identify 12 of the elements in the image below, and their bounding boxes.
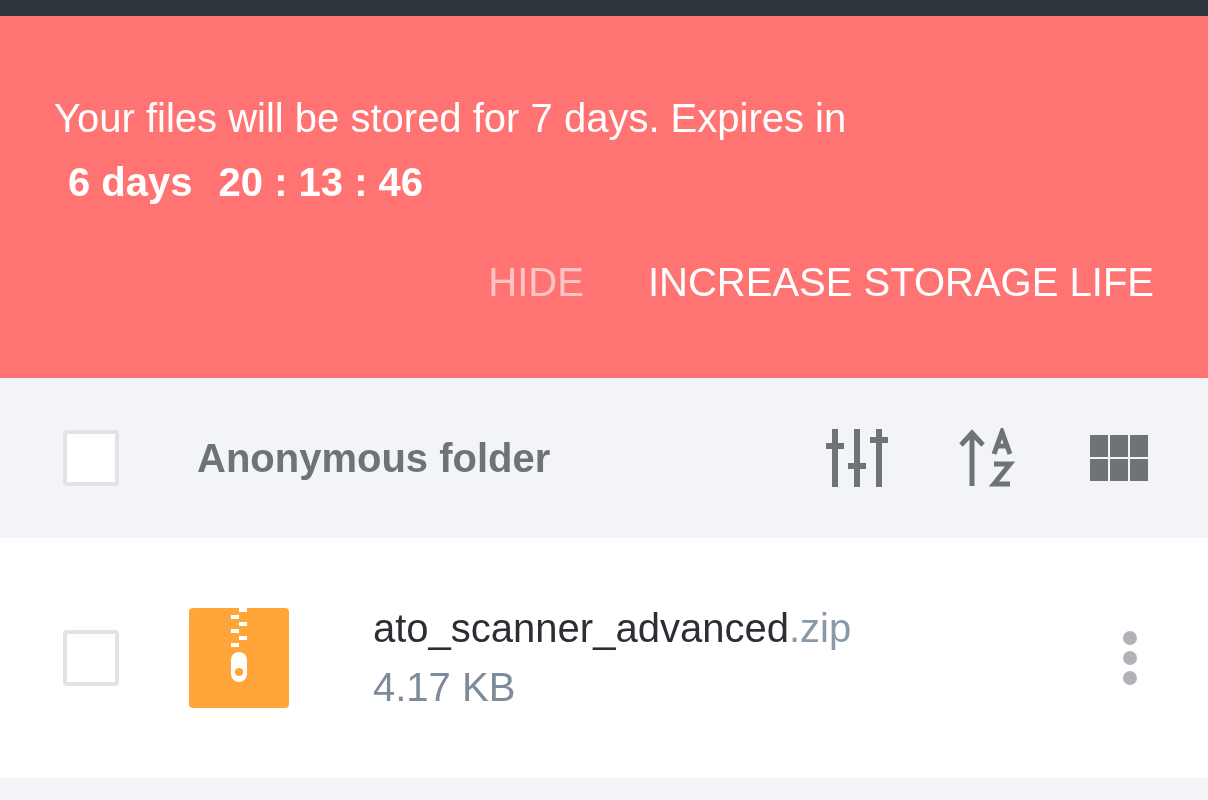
select-all-checkbox[interactable] [63,430,119,486]
file-row[interactable]: ato_scanner_advanced.zip 4.17 KB [0,538,1208,778]
countdown-days: 6 days [68,158,193,206]
zip-file-icon [189,608,289,708]
file-size: 4.17 KB [373,665,517,710]
filter-sliders-icon[interactable] [826,427,888,489]
file-name[interactable]: ato_scanner_advanced.zip [373,606,1122,651]
grid-view-icon[interactable] [1090,435,1148,481]
storage-message: Your files will be stored for 7 days. Expires in [54,95,848,142]
folder-title: Anonymous folder [197,435,552,481]
countdown-time: 20 : 13 : 46 [218,159,424,206]
file-checkbox[interactable] [63,630,119,686]
